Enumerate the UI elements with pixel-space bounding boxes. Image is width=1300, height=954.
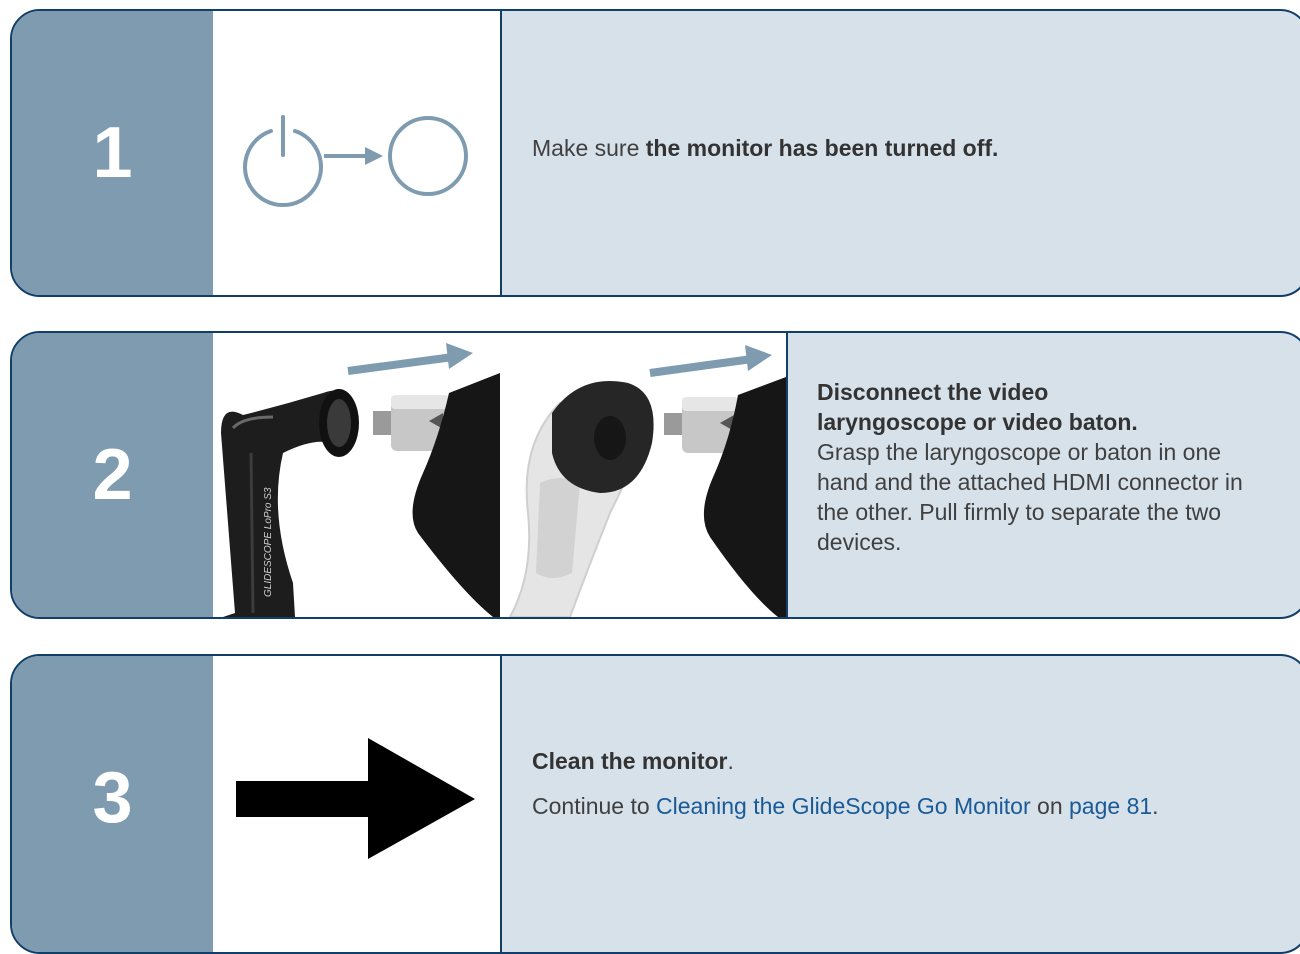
step-text: Clean the monitor. Continue to Cleaning … bbox=[500, 656, 1300, 952]
heading-bold: Clean the monitor bbox=[532, 748, 728, 774]
step-3: 3 Clean the monitor. Continue to Cleanin… bbox=[10, 654, 1300, 954]
step-1: 1 Make sure the monitor has been turned … bbox=[10, 9, 1300, 297]
continue-end: . bbox=[1152, 793, 1159, 819]
step-3-heading: Clean the monitor. bbox=[532, 746, 1300, 776]
continue-prefix: Continue to bbox=[532, 793, 657, 819]
step-image-laryngoscope: GLIDESCOPE LoPro S3 bbox=[213, 333, 502, 617]
step-number-column: 1 bbox=[12, 11, 215, 295]
page-81-link[interactable]: page 81 bbox=[1069, 793, 1152, 819]
step-2: 2 GLIDESCOPE LoPro S3 Disconnect the vid… bbox=[10, 331, 1300, 619]
step-2-body: Grasp the laryngoscope or baton in one h… bbox=[817, 439, 1243, 555]
power-off-to-circle-icon bbox=[243, 115, 468, 208]
step-text: Make sure the monitor has been turned of… bbox=[500, 11, 1300, 295]
step-number: 2 bbox=[92, 435, 133, 515]
step-3-continue: Continue to Cleaning the GlideScope Go M… bbox=[532, 791, 1212, 821]
step-image-baton bbox=[500, 333, 788, 617]
baton-disconnect-photo bbox=[508, 345, 786, 617]
step-1-instruction: Make sure the monitor has been turned of… bbox=[532, 133, 998, 163]
device-label: GLIDESCOPE LoPro S3 bbox=[263, 487, 274, 597]
right-arrow-icon bbox=[236, 738, 475, 859]
step-text: Disconnect the video laryngoscope or vid… bbox=[786, 333, 1300, 617]
step-number: 1 bbox=[92, 113, 133, 193]
heading-end: . bbox=[727, 748, 734, 774]
laryngoscope-disconnect-photo: GLIDESCOPE LoPro S3 bbox=[221, 343, 500, 617]
instruction-prefix: Make sure bbox=[532, 135, 646, 161]
instruction-bold: the monitor has been turned off. bbox=[645, 135, 999, 161]
step-image bbox=[213, 656, 502, 952]
step-number: 3 bbox=[92, 758, 133, 838]
heading-text: Disconnect the video laryngoscope or vid… bbox=[817, 379, 1138, 435]
step-number-column: 3 bbox=[12, 656, 215, 952]
continue-mid: on bbox=[1030, 793, 1070, 819]
step-image bbox=[213, 11, 502, 295]
cleaning-monitor-link[interactable]: Cleaning the GlideScope Go Monitor bbox=[656, 793, 1031, 819]
step-number-column: 2 bbox=[12, 333, 215, 617]
step-2-heading: Disconnect the video laryngoscope or vid… bbox=[817, 377, 1278, 437]
